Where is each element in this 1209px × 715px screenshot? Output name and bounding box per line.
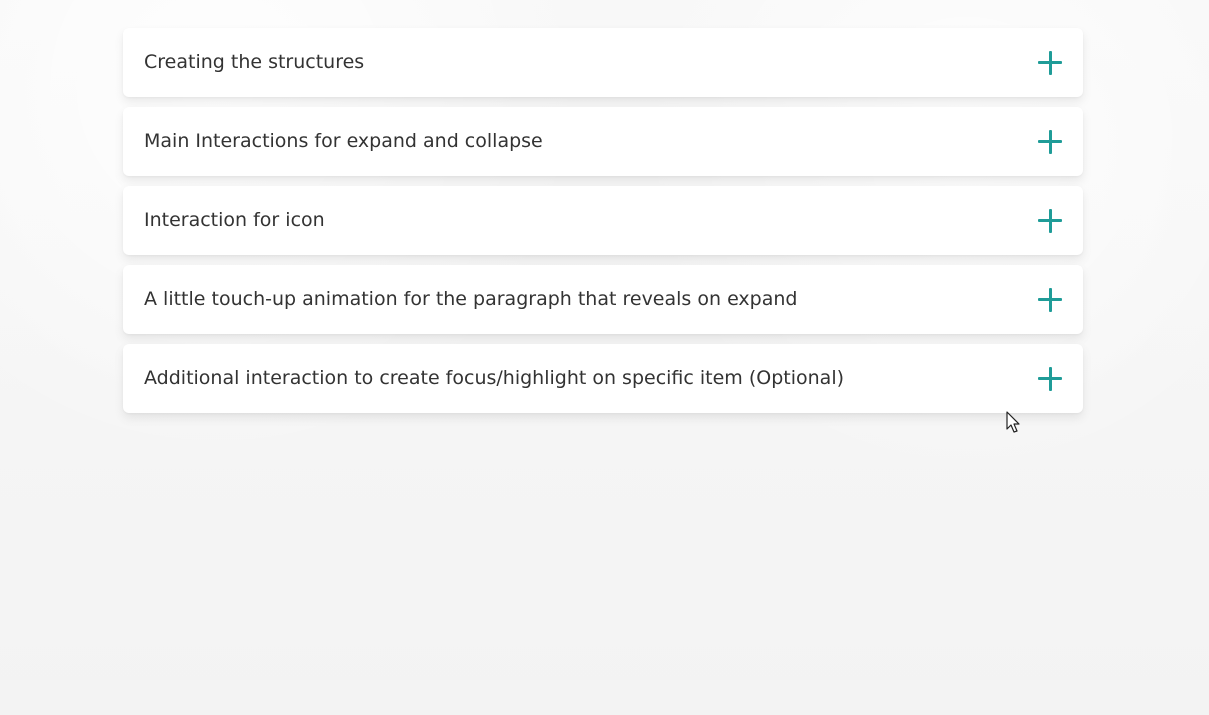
plus-icon[interactable]: [1038, 129, 1062, 154]
accordion-item-title: A little touch-up animation for the para…: [144, 288, 798, 310]
accordion: Creating the structures Main Interaction…: [123, 28, 1083, 423]
accordion-item-title: Interaction for icon: [144, 209, 325, 231]
accordion-item-main-interactions[interactable]: Main Interactions for expand and collaps…: [123, 107, 1083, 176]
accordion-item-creating-structures[interactable]: Creating the structures: [123, 28, 1083, 97]
accordion-item-title: Main Interactions for expand and collaps…: [144, 130, 543, 152]
plus-icon[interactable]: [1038, 208, 1062, 233]
plus-icon[interactable]: [1038, 287, 1062, 312]
plus-icon[interactable]: [1038, 366, 1062, 391]
accordion-item-title: Additional interaction to create focus/h…: [144, 367, 845, 389]
accordion-item-title: Creating the structures: [144, 51, 365, 73]
accordion-item-focus-highlight[interactable]: Additional interaction to create focus/h…: [123, 344, 1083, 413]
page-background: Creating the structures Main Interaction…: [0, 0, 1209, 715]
plus-icon[interactable]: [1038, 50, 1062, 75]
accordion-item-interaction-icon[interactable]: Interaction for icon: [123, 186, 1083, 255]
accordion-item-touch-up-animation[interactable]: A little touch-up animation for the para…: [123, 265, 1083, 334]
